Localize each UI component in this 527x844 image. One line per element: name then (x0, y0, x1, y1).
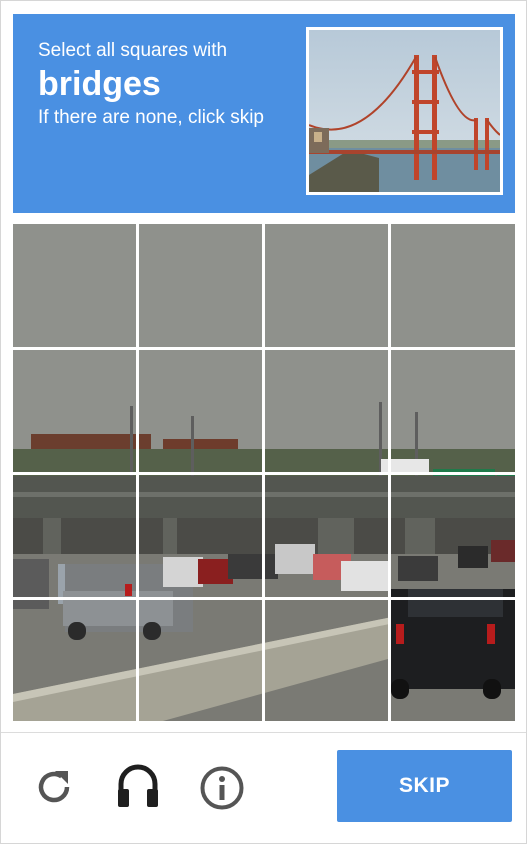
grid-tile-4-4[interactable] (391, 600, 515, 721)
image-grid (13, 224, 515, 721)
example-image (306, 27, 503, 195)
instruction-line-2: If there are none, click skip (38, 107, 264, 128)
headphones-icon[interactable] (116, 762, 160, 810)
grid-tile-2-1[interactable] (13, 350, 137, 474)
grid-tile-4-2[interactable] (139, 600, 263, 721)
grid-tile-1-2[interactable] (139, 224, 263, 348)
grid-tile-2-4[interactable] (391, 350, 515, 474)
grid-tile-3-4[interactable] (391, 475, 515, 598)
skip-button[interactable]: SKIP (337, 750, 512, 822)
grid-tile-2-3[interactable] (265, 350, 389, 474)
grid-tile-2-2[interactable] (139, 350, 263, 474)
footer-divider (1, 732, 526, 733)
grid-tile-3-1[interactable] (13, 475, 137, 598)
grid-tile-4-1[interactable] (13, 600, 137, 721)
reload-icon[interactable] (34, 767, 74, 807)
grid-tile-4-3[interactable] (265, 600, 389, 721)
grid-tile-3-3[interactable] (265, 475, 389, 598)
instruction-header: Select all squares with bridges If there… (13, 14, 515, 213)
captcha-dialog: Select all squares with bridges If there… (0, 0, 527, 844)
instruction-line-1: Select all squares with (38, 40, 228, 61)
instruction-text: Select all squares with bridges If there… (38, 40, 288, 130)
grid-tile-1-3[interactable] (265, 224, 389, 348)
grid-tile-1-1[interactable] (13, 224, 137, 348)
golden-gate-bridge-image (309, 30, 500, 192)
grid-tile-1-4[interactable] (391, 224, 515, 348)
instruction-target: bridges (38, 65, 161, 103)
info-icon[interactable] (199, 765, 245, 811)
grid-tile-3-2[interactable] (139, 475, 263, 598)
